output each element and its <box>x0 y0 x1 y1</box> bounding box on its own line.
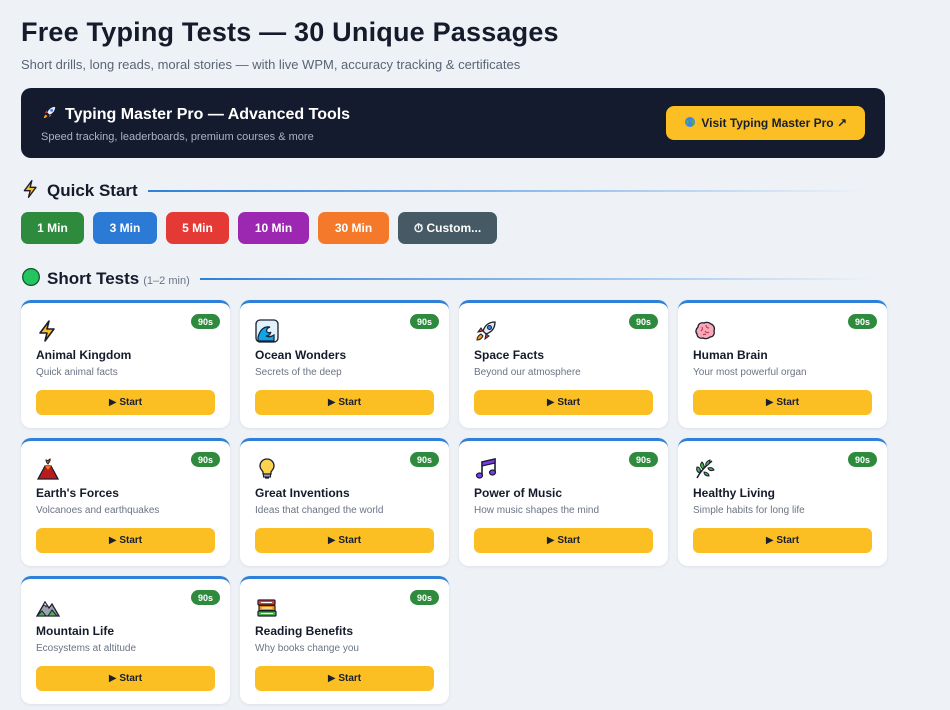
page-title: Free Typing Tests — 30 Unique Passages <box>21 17 559 47</box>
duration-badge: 90s <box>190 452 220 467</box>
lightbulb-icon <box>255 457 279 481</box>
card-description: Beyond our atmosphere <box>474 367 581 378</box>
duration-badge: 90s <box>847 314 877 329</box>
test-card: 90s Space Facts Beyond our atmosphere ▶ … <box>459 300 668 428</box>
herb-icon <box>693 457 717 481</box>
lightning-icon <box>21 179 41 204</box>
short-tests-title-text: Short Tests <box>47 269 140 288</box>
card-title: Mountain Life <box>36 624 114 638</box>
card-description: Volcanoes and earthquakes <box>36 505 160 516</box>
quick-start-10-min-button[interactable]: 10 Min <box>238 212 309 244</box>
short-tests-header: Short Tests (1–2 min) <box>21 267 950 292</box>
test-card: 90s Animal Kingdom Quick animal facts ▶ … <box>21 300 230 428</box>
quick-start-label: 3 Min <box>109 221 141 235</box>
test-card: 90s Healthy Living Simple habits for lon… <box>678 438 887 566</box>
books-icon <box>255 595 279 619</box>
lightning-icon <box>36 319 60 343</box>
card-description: Quick animal facts <box>36 367 118 378</box>
promo-title: Typing Master Pro — Advanced Tools <box>65 105 351 123</box>
quick-start-3-min-button[interactable]: 3 Min <box>93 212 157 244</box>
promo-banner: Typing Master Pro — Advanced Tools Speed… <box>21 88 885 158</box>
page-subtitle: Short drills, long reads, moral stories … <box>21 57 521 72</box>
rocket-icon <box>474 319 498 343</box>
short-tests-subtitle: (1–2 min) <box>143 275 190 287</box>
start-button[interactable]: ▶ Start <box>255 528 434 553</box>
quick-start-buttons: 1 Min 3 Min 5 Min 10 Min 30 Min ⏱ Custom… <box>21 212 950 244</box>
quick-start-label: 10 Min <box>254 221 293 235</box>
duration-badge: 90s <box>409 314 439 329</box>
start-button[interactable]: ▶ Start <box>255 666 434 691</box>
card-title: Reading Benefits <box>255 624 354 638</box>
card-title: Great Inventions <box>255 486 350 500</box>
duration-badge: 90s <box>409 452 439 467</box>
card-title: Animal Kingdom <box>36 348 132 362</box>
quick-start-label: ⏱ Custom... <box>413 220 482 235</box>
duration-badge: 90s <box>190 590 220 605</box>
card-title: Earth's Forces <box>36 486 119 500</box>
page: Free Typing Tests — 30 Unique Passages S… <box>0 0 950 704</box>
quick-start-title: Quick Start <box>47 181 138 200</box>
music-notes-icon <box>474 457 498 481</box>
card-title: Human Brain <box>693 348 768 362</box>
card-description: Simple habits for long life <box>693 505 805 516</box>
test-card: 90s Power of Music How music shapes the … <box>459 438 668 566</box>
test-card: 90s Ocean Wonders Secrets of the deep ▶ … <box>240 300 449 428</box>
quick-start-1-min-button[interactable]: 1 Min <box>21 212 84 244</box>
card-description: How music shapes the mind <box>474 505 600 516</box>
short-tests-divider <box>199 278 875 280</box>
promo-heading: Typing Master Pro — Advanced Tools <box>41 104 350 126</box>
card-title: Ocean Wonders <box>255 348 347 362</box>
rocket-icon <box>41 104 58 126</box>
duration-badge: 90s <box>628 452 658 467</box>
promo-text: Typing Master Pro — Advanced Tools Speed… <box>41 104 350 143</box>
test-card: 90s Reading Benefits Why books change yo… <box>240 576 449 704</box>
duration-badge: 90s <box>409 590 439 605</box>
start-button[interactable]: ▶ Start <box>36 528 215 553</box>
duration-badge: 90s <box>190 314 220 329</box>
card-description: Secrets of the deep <box>255 367 342 378</box>
quick-start-label: 30 Min <box>334 221 373 235</box>
duration-badge: 90s <box>847 452 877 467</box>
start-button[interactable]: ▶ Start <box>474 390 653 415</box>
card-title: Power of Music <box>474 486 563 500</box>
card-description: Why books change you <box>255 643 359 654</box>
card-title: Healthy Living <box>693 486 776 500</box>
start-button[interactable]: ▶ Start <box>36 390 215 415</box>
start-button[interactable]: ▶ Start <box>693 528 872 553</box>
globe-icon <box>684 116 696 131</box>
volcano-icon <box>36 457 60 481</box>
green-circle-icon <box>21 267 41 292</box>
wave-icon <box>255 319 279 343</box>
test-card: 90s Great Inventions Ideas that changed … <box>240 438 449 566</box>
brain-icon <box>693 319 717 343</box>
card-description: Your most powerful organ <box>693 367 807 378</box>
card-title: Space Facts <box>474 348 545 362</box>
quick-start-5-min-button[interactable]: 5 Min <box>166 212 229 244</box>
short-tests-title: Short Tests (1–2 min) <box>47 269 190 289</box>
card-description: Ideas that changed the world <box>255 505 384 516</box>
duration-badge: 90s <box>628 314 658 329</box>
quick-start-custom-button[interactable]: ⏱ Custom... <box>398 212 497 244</box>
short-tests-grid: 90s Animal Kingdom Quick animal facts ▶ … <box>21 300 950 704</box>
test-card: 90s Earth's Forces Volcanoes and earthqu… <box>21 438 230 566</box>
start-button[interactable]: ▶ Start <box>474 528 653 553</box>
quick-start-label: 5 Min <box>182 221 213 235</box>
visit-typing-master-button[interactable]: Visit Typing Master Pro ↗ <box>666 106 865 140</box>
promo-description: Speed tracking, leaderboards, premium co… <box>41 130 314 143</box>
card-description: Ecosystems at altitude <box>36 643 137 654</box>
quick-start-30-min-button[interactable]: 30 Min <box>318 212 389 244</box>
visit-button-label: Visit Typing Master Pro ↗ <box>701 116 847 130</box>
test-card: 90s Mountain Life Ecosystems at altitude… <box>21 576 230 704</box>
mountain-icon <box>35 595 61 619</box>
start-button[interactable]: ▶ Start <box>255 390 434 415</box>
quick-start-divider <box>147 190 868 192</box>
quick-start-header: Quick Start <box>21 179 950 204</box>
quick-start-label: 1 Min <box>37 221 68 235</box>
start-button[interactable]: ▶ Start <box>36 666 215 691</box>
start-button[interactable]: ▶ Start <box>693 390 872 415</box>
test-card: 90s Human Brain Your most powerful organ… <box>678 300 887 428</box>
